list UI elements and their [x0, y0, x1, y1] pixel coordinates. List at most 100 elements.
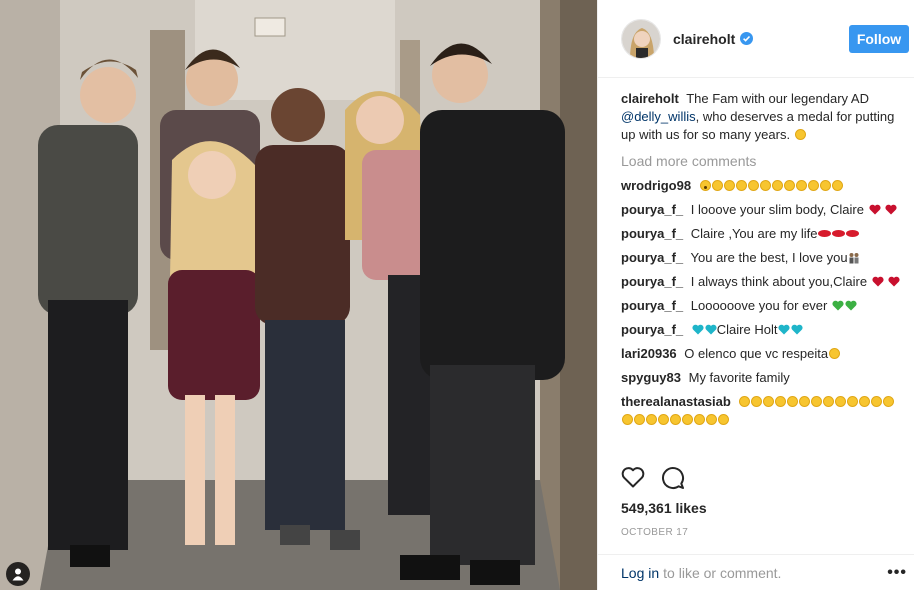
smile-emoji — [807, 180, 819, 191]
comment-text: Claire ,You are my life — [690, 226, 818, 241]
smile-emoji — [799, 396, 811, 407]
follow-button[interactable]: Follow — [849, 24, 909, 53]
post-caption: claireholt The Fam with our legendary AD… — [621, 90, 901, 144]
comment-text: I always think about you,Claire — [690, 274, 868, 289]
comment-username[interactable]: pourya_f_ — [621, 322, 683, 337]
post-date[interactable]: October 17 — [621, 527, 688, 538]
smile-emoji — [795, 180, 807, 191]
comment-text: Loooooove you for ever — [690, 298, 828, 313]
couple-emoji — [849, 253, 859, 264]
smile-emoji — [751, 396, 763, 407]
smile-emoji — [670, 414, 681, 425]
person-glyph-icon — [12, 568, 24, 581]
comment-username[interactable]: pourya_f_ — [621, 298, 683, 313]
smile-emoji — [794, 129, 806, 140]
smile-emoji — [735, 180, 747, 191]
smile-emoji — [723, 180, 735, 191]
red-heart-emoji — [869, 204, 881, 215]
smile-emoji — [718, 414, 729, 425]
smile-emoji — [775, 396, 787, 407]
smile-emoji — [763, 396, 775, 407]
load-more-comments-button[interactable]: Load more comments — [621, 152, 901, 170]
smile-emoji — [682, 414, 693, 425]
post-actions — [621, 466, 685, 490]
smile-emoji — [759, 180, 771, 191]
comment-username[interactable]: wrodrigo98 — [621, 178, 691, 193]
comment-username[interactable]: therealanastasiab — [621, 394, 731, 409]
green-heart-emoji — [845, 300, 857, 311]
smile-emoji — [706, 414, 717, 425]
smile-emoji — [831, 180, 843, 191]
smile-emoji — [747, 180, 759, 191]
comment-username[interactable]: pourya_f_ — [621, 274, 683, 289]
caption-text-part1: The Fam with our legendary AD — [686, 91, 869, 106]
owner-username[interactable]: claireholt — [673, 31, 735, 47]
comment-username[interactable]: pourya_f_ — [621, 202, 683, 217]
smile-emoji — [871, 396, 883, 407]
post-sidebar: claireholt Follow claireholt The Fam wit… — [597, 0, 914, 590]
smile-emoji — [658, 414, 669, 425]
verified-badge-icon — [740, 32, 754, 45]
surprised-emoji — [699, 180, 711, 191]
comment-username[interactable]: pourya_f_ — [621, 250, 683, 265]
red-heart-emoji — [872, 276, 884, 287]
smile-emoji — [823, 396, 835, 407]
smile-emoji — [771, 180, 783, 191]
comment-footer: Log in to like or comment. ••• — [598, 554, 914, 590]
cyan-heart-emoji — [692, 324, 704, 335]
login-prompt-text: to like or comment. — [663, 564, 782, 581]
heart-icon[interactable] — [621, 466, 645, 488]
cyan-heart-emoji — [778, 324, 791, 335]
caption-username[interactable]: claireholt — [621, 91, 679, 106]
comment-item: lari20936 O elenco que vc respeita — [621, 345, 901, 363]
post-header: claireholt Follow — [598, 0, 914, 78]
lips-emoji — [818, 230, 832, 237]
comment-username[interactable]: pourya_f_ — [621, 226, 683, 241]
smile-emoji — [739, 396, 751, 407]
comment-username[interactable]: spyguy83 — [621, 370, 681, 385]
comment-item: pourya_f_ Claire Holt — [621, 321, 901, 339]
cyan-heart-emoji — [705, 324, 717, 335]
lips-emoji — [832, 230, 846, 237]
comment-item: pourya_f_ Claire ,You are my life — [621, 225, 901, 243]
smile-emoji — [811, 396, 823, 407]
smile-emoji — [694, 414, 705, 425]
smile-emoji — [622, 414, 633, 425]
green-heart-emoji — [832, 300, 844, 311]
comment-item: pourya_f_ I looove your slim body, Clair… — [621, 201, 901, 219]
red-heart-emoji — [888, 276, 900, 287]
tagged-user-icon[interactable] — [6, 562, 30, 586]
post-photo[interactable] — [0, 0, 597, 590]
likes-count[interactable]: 549,361 likes — [621, 500, 707, 516]
avatar-image — [622, 19, 660, 58]
comment-username[interactable]: lari20936 — [621, 346, 677, 361]
more-options-button[interactable]: ••• — [887, 564, 907, 582]
smile-emoji — [711, 180, 723, 191]
smile-emoji — [819, 180, 831, 191]
smile-emoji — [646, 414, 657, 425]
red-heart-emoji — [885, 204, 897, 215]
comment-item: therealanastasiab — [621, 393, 901, 429]
comment-item: pourya_f_ You are the best, I love you — [621, 249, 901, 267]
smile-emoji — [859, 396, 871, 407]
login-link[interactable]: Log in — [621, 565, 659, 581]
comment-text: I looove your slim body, Claire — [690, 202, 864, 217]
comment-text: You are the best, I love you — [690, 250, 848, 265]
group-photo-image — [0, 0, 597, 590]
smile-emoji — [787, 396, 799, 407]
cyan-heart-emoji — [791, 324, 804, 335]
lips-emoji — [846, 230, 860, 237]
smile-emoji — [847, 396, 859, 407]
comment-icon[interactable] — [661, 466, 685, 490]
smile-emoji — [883, 396, 895, 407]
smile-emoji — [835, 396, 847, 407]
avatar[interactable] — [621, 18, 661, 59]
comments-list[interactable]: claireholt The Fam with our legendary AD… — [621, 90, 901, 458]
comment-item: spyguy83 My favorite family — [621, 369, 901, 387]
comment-item: pourya_f_ I always think about you,Clair… — [621, 273, 901, 291]
heart-eyes-emoji — [829, 348, 841, 359]
caption-mention-link[interactable]: @delly_willis — [621, 109, 696, 124]
smile-emoji — [634, 414, 645, 425]
comment-text: O elenco que vc respeita — [684, 346, 829, 361]
smile-emoji — [783, 180, 795, 191]
